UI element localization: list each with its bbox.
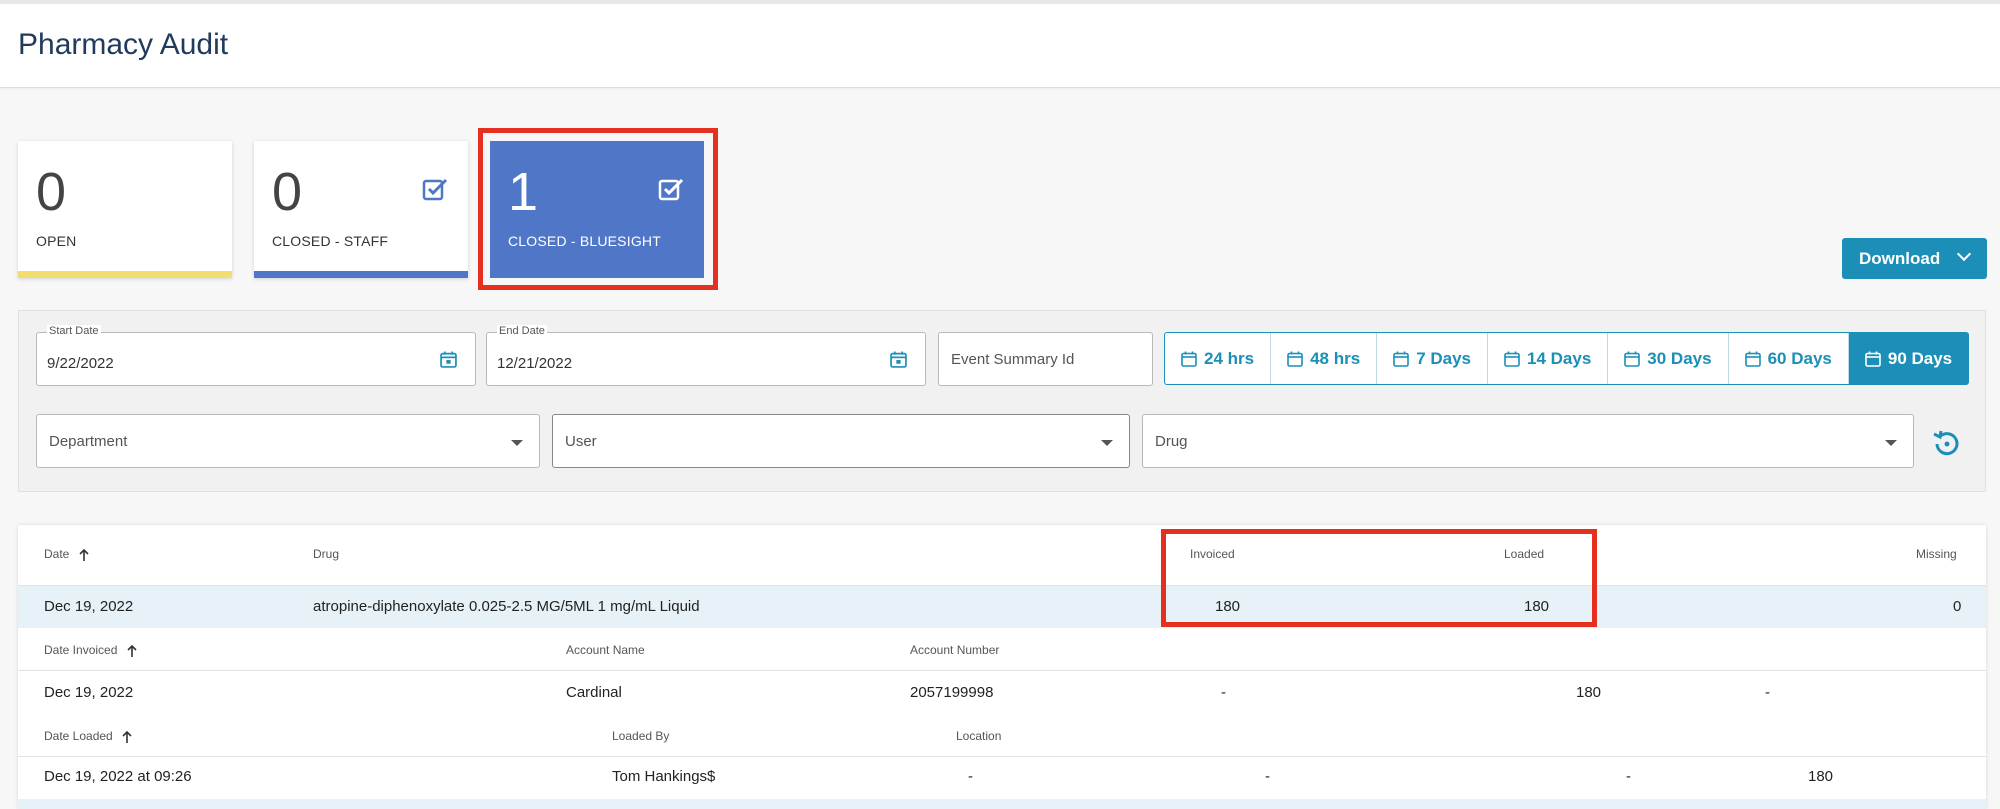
checkbox-checked-icon [422,178,448,201]
column-header-date-loaded-label: Date Loaded [44,729,113,743]
column-header-missing[interactable]: Missing [1916,547,1957,561]
calendar-icon [1744,351,1761,367]
event-summary-id-placeholder: Event Summary Id [951,351,1075,368]
column-header-account-number: Account Number [910,643,1000,657]
invoice-row[interactable]: Dec 19, 2022 Cardinal 2057199998 - 180 - [18,671,1986,713]
page-header: Pharmacy Audit [0,0,2000,88]
range-24-hrs[interactable]: 24 hrs [1165,333,1272,384]
column-header-loaded-by: Loaded By [612,729,670,743]
invoice-account-number: 2057199998 [910,684,994,701]
calendar-icon[interactable] [440,351,457,368]
row-drug: atropine-diphenoxylate 0.025-2.5 MG/5ML … [313,598,700,615]
row-date: Dec 19, 2022 [44,598,134,615]
caret-down-icon [511,440,523,446]
download-button[interactable]: Download [1842,238,1987,279]
start-date-field[interactable]: Start Date 9/22/2022 [36,325,476,386]
range-label: 24 hrs [1204,348,1255,368]
page-title: Pharmacy Audit [18,28,229,61]
caret-down-icon [1885,440,1897,446]
sort-up-icon [127,644,137,657]
range-14-days[interactable]: 14 Days [1488,333,1609,384]
loaded-date: Dec 19, 2022 at 09:26 [44,768,192,785]
column-header-date-loaded[interactable]: Date Loaded [44,729,132,743]
chevron-down-icon [1956,246,1972,262]
column-header-date[interactable]: Date [44,547,89,561]
card-closed-staff-label: CLOSED - STAFF [272,233,389,249]
download-button-label: Download [1859,248,1941,268]
range-label: 90 Days [1887,348,1953,368]
invoice-date: Dec 19, 2022 [44,684,134,701]
column-header-date-invoiced[interactable]: Date Invoiced [44,643,137,657]
card-open-label: OPEN [36,233,77,249]
invoice-account-name: Cardinal [566,684,622,701]
loaded-col-6: 180 [1808,768,1834,785]
end-date-value: 12/21/2022 [497,355,573,372]
range-90-days[interactable]: 90 Days [1848,333,1969,384]
range-label: 14 Days [1527,348,1592,368]
column-header-date-label: Date [44,547,70,561]
range-label: 7 Days [1416,348,1472,368]
card-open-bar [18,271,232,278]
card-closed-staff[interactable]: 0 CLOSED - STAFF [254,141,468,278]
row-missing: 0 [1953,598,1962,615]
range-60-days[interactable]: 60 Days [1729,333,1849,384]
calendar-icon [1504,351,1520,367]
loaded-location: - [968,768,973,785]
calendar-icon [1181,351,1197,367]
event-summary-id-input[interactable]: Event Summary Id [938,332,1153,386]
invoice-col-5: 180 [1576,684,1602,701]
caret-down-icon [1101,440,1113,446]
loaded-subheader: Date Loaded Loaded By Location [18,713,1986,756]
range-48-hrs[interactable]: 48 hrs [1271,333,1378,384]
loaded-col-5: - [1626,768,1631,785]
audit-table: Date Drug Invoiced Loaded Missing Dec 19… [18,525,1986,809]
invoice-col-4: - [1221,684,1226,701]
column-header-account-name: Account Name [566,643,645,657]
column-header-date-invoiced-label: Date Invoiced [44,643,118,657]
calendar-icon [1865,351,1881,367]
calendar-icon [1287,351,1303,367]
range-label: 60 Days [1767,348,1832,368]
column-header-location: Location [956,729,1002,743]
range-label: 30 Days [1647,348,1712,368]
card-closed-staff-bar [254,271,468,278]
reset-filters-icon[interactable] [1931,428,1963,460]
range-30-days[interactable]: 30 Days [1608,333,1729,384]
highlight-box-card [478,128,718,290]
loaded-by: Tom Hankings$ [612,768,716,785]
loaded-row[interactable]: Dec 19, 2022 at 09:26 Tom Hankings$ - - … [18,757,1986,799]
calendar-icon [1393,351,1409,367]
range-7-days[interactable]: 7 Days [1377,333,1489,384]
user-select[interactable]: User [552,414,1130,468]
table-header: Date Drug Invoiced Loaded Missing [18,525,1986,585]
department-select[interactable]: Department [36,414,540,468]
column-header-drug[interactable]: Drug [313,547,339,561]
sort-up-icon [122,730,132,743]
drug-placeholder: Drug [1155,433,1188,450]
highlight-box-columns [1161,529,1597,627]
end-date-field[interactable]: End Date 12/21/2022 [486,325,926,386]
card-open-count: 0 [36,162,67,222]
next-row-edge [18,799,1986,809]
calendar-icon [1624,351,1641,367]
sort-up-icon [79,548,89,561]
invoice-subheader: Date Invoiced Account Name Account Numbe… [18,628,1986,670]
card-open[interactable]: 0 OPEN [18,141,232,278]
loaded-col-4: - [1265,768,1270,785]
date-range-group: 24 hrs 48 hrs 7 Days 14 Days 30 Days 60 … [1164,332,1970,385]
user-placeholder: User [565,433,597,450]
start-date-value: 9/22/2022 [47,355,114,372]
table-row[interactable]: Dec 19, 2022 atropine-diphenoxylate 0.02… [18,586,1986,628]
department-placeholder: Department [49,433,128,450]
calendar-icon[interactable] [890,351,907,368]
range-label: 48 hrs [1310,348,1361,368]
drug-select[interactable]: Drug [1142,414,1914,468]
card-closed-staff-count: 0 [272,162,303,222]
start-date-label: Start Date [47,325,101,337]
end-date-label: End Date [497,325,547,337]
invoice-col-6: - [1765,684,1770,701]
